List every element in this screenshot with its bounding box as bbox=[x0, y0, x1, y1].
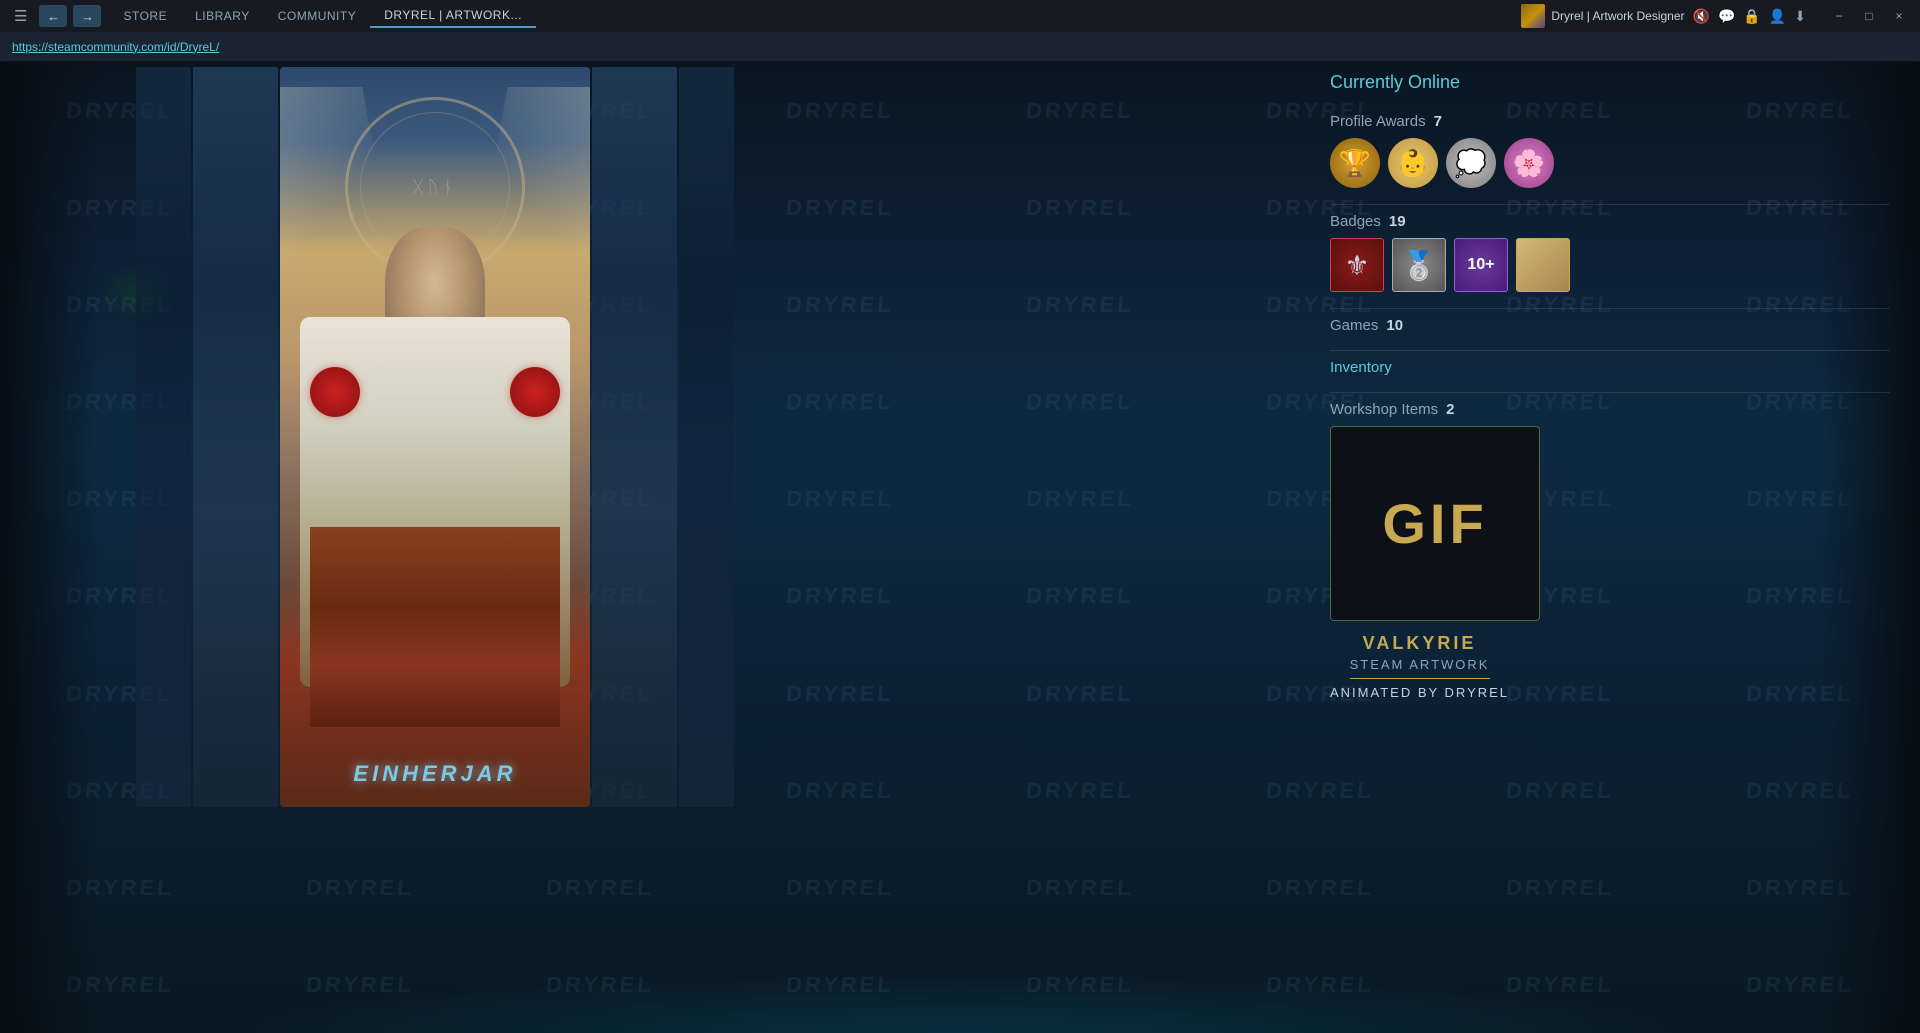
close-button[interactable]: × bbox=[1886, 6, 1912, 26]
badges-section: Badges 19 ⚜ 🥈 10+ bbox=[1330, 213, 1890, 292]
awards-header: Profile Awards 7 bbox=[1330, 113, 1890, 130]
award-item-2[interactable]: 👶 bbox=[1388, 138, 1438, 188]
nav-tabs: STORE LIBRARY COMMUNITY DRYREL | ARTWORK… bbox=[109, 4, 536, 28]
tab-store[interactable]: STORE bbox=[109, 5, 181, 27]
watermark-cell: DRYREL bbox=[956, 450, 1204, 547]
badge-item-4[interactable] bbox=[1516, 238, 1570, 292]
address-url[interactable]: https://steamcommunity.com/id/DryreL/ bbox=[12, 40, 219, 54]
gif-animated-by: ANIMATED BY DRYREL bbox=[1330, 685, 1509, 700]
watermark-cell: DRYREL bbox=[956, 62, 1204, 159]
watermark-cell: DRYREL bbox=[1436, 839, 1684, 936]
watermark-cell: DRYREL bbox=[956, 159, 1204, 256]
gif-subtitle: STEAM ARTWORK bbox=[1330, 657, 1509, 672]
artwork-main: ᚷᚢᚾ EINHERJAR bbox=[280, 67, 590, 807]
profile-info: Currently Online Profile Awards 7 🏆 👶 💭 … bbox=[1330, 72, 1890, 716]
award-item-1[interactable]: 🏆 bbox=[1330, 138, 1380, 188]
user-area[interactable]: Dryrel | Artwork Designer bbox=[1521, 4, 1684, 28]
artwork-strip-far-left bbox=[136, 67, 191, 807]
badge-item-2[interactable]: 🥈 bbox=[1392, 238, 1446, 292]
badge-item-3[interactable]: 10+ bbox=[1454, 238, 1508, 292]
watermark-cell: DRYREL bbox=[1436, 742, 1684, 839]
profile-awards-section: Profile Awards 7 🏆 👶 💭 🌸 bbox=[1330, 113, 1890, 188]
workshop-count: 2 bbox=[1446, 401, 1454, 418]
badges-count: 19 bbox=[1389, 213, 1406, 230]
artwork-title: EINHERJAR bbox=[353, 761, 516, 787]
watermark-cell: DRYREL bbox=[1196, 839, 1444, 936]
awards-label: Profile Awards bbox=[1330, 113, 1426, 130]
watermark-cell: DRYREL bbox=[956, 839, 1204, 936]
gif-caption: VALKYRIE STEAM ARTWORK ANIMATED BY DRYRE… bbox=[1330, 633, 1509, 700]
mute-icon[interactable]: 🔇 bbox=[1693, 8, 1710, 25]
workshop-section: Workshop Items 2 GIF VALKYRIE STEAM ARTW… bbox=[1330, 401, 1890, 700]
title-bar: ☰ ← → STORE LIBRARY COMMUNITY DRYREL | A… bbox=[0, 0, 1920, 32]
inventory-link[interactable]: Inventory bbox=[1330, 359, 1392, 376]
download-icon[interactable]: ⬇ bbox=[1794, 8, 1806, 25]
tab-library[interactable]: LIBRARY bbox=[181, 5, 264, 27]
award-item-4[interactable]: 🌸 bbox=[1504, 138, 1554, 188]
gif-label: GIF bbox=[1382, 491, 1487, 556]
games-label: Games bbox=[1330, 317, 1378, 334]
divider-4 bbox=[1330, 392, 1890, 393]
artwork-strips: ᚷᚢᚾ EINHERJAR bbox=[136, 67, 734, 807]
awards-count: 7 bbox=[1434, 113, 1442, 130]
workshop-header: Workshop Items 2 bbox=[1330, 401, 1890, 418]
notifications-icon[interactable]: 💬 bbox=[1718, 8, 1735, 25]
watermark-cell: DRYREL bbox=[956, 547, 1204, 644]
forward-button[interactable]: → bbox=[73, 5, 101, 27]
award-item-3[interactable]: 💭 bbox=[1446, 138, 1496, 188]
address-bar: https://steamcommunity.com/id/DryreL/ bbox=[0, 32, 1920, 62]
maximize-button[interactable]: □ bbox=[1856, 6, 1882, 26]
badges-header: Badges 19 bbox=[1330, 213, 1890, 230]
artwork-strip-far-right bbox=[679, 67, 734, 807]
divider-3 bbox=[1330, 350, 1890, 351]
gif-title: VALKYRIE bbox=[1330, 633, 1509, 654]
main-content: DRYRELDRYRELDRYRELDRYRELDRYRELDRYRELDRYR… bbox=[0, 62, 1920, 1033]
badges-items: ⚜ 🥈 10+ bbox=[1330, 238, 1890, 292]
games-header: Games 10 bbox=[1330, 317, 1890, 334]
tab-community[interactable]: COMMUNITY bbox=[264, 5, 371, 27]
divider-2 bbox=[1330, 308, 1890, 309]
watermark-cell: DRYREL bbox=[956, 742, 1204, 839]
rose-right bbox=[510, 367, 560, 417]
valkyrie-illustration: ᚷᚢᚾ EINHERJAR bbox=[280, 67, 590, 807]
inventory-header: Inventory bbox=[1330, 359, 1890, 376]
badge-item-1[interactable]: ⚜ bbox=[1330, 238, 1384, 292]
nav-left: ☰ ← → bbox=[8, 5, 101, 27]
inventory-section: Inventory bbox=[1330, 359, 1890, 376]
avatar bbox=[1521, 4, 1545, 28]
armor-body bbox=[310, 527, 560, 727]
online-status: Currently Online bbox=[1330, 72, 1890, 93]
artwork-strip-right bbox=[592, 67, 677, 807]
artwork-strip-left bbox=[193, 67, 278, 807]
minimize-button[interactable]: − bbox=[1826, 6, 1852, 26]
tab-current[interactable]: DRYREL | ARTWORK... bbox=[370, 4, 536, 28]
workshop-label: Workshop Items bbox=[1330, 401, 1438, 418]
window-controls: − □ × bbox=[1826, 6, 1912, 26]
gif-card[interactable]: GIF bbox=[1330, 426, 1540, 621]
awards-items: 🏆 👶 💭 🌸 bbox=[1330, 138, 1890, 188]
watermark-cell: DRYREL bbox=[1196, 742, 1444, 839]
titlebar-right: Dryrel | Artwork Designer 🔇 💬 🔒 👤 ⬇ − □ … bbox=[1521, 4, 1912, 28]
gif-divider bbox=[1350, 678, 1490, 679]
games-count: 10 bbox=[1386, 317, 1403, 334]
rose-left bbox=[310, 367, 360, 417]
profile-icon[interactable]: 👤 bbox=[1769, 8, 1786, 25]
user-name: Dryrel | Artwork Designer bbox=[1551, 9, 1684, 23]
menu-button[interactable]: ☰ bbox=[8, 7, 33, 25]
back-button[interactable]: ← bbox=[39, 5, 67, 27]
artwork-panel: ᚷᚢᚾ EINHERJAR bbox=[0, 62, 870, 1033]
lock-icon[interactable]: 🔒 bbox=[1743, 8, 1760, 25]
watermark-cell: DRYREL bbox=[956, 256, 1204, 353]
titlebar-icons: 🔇 💬 🔒 👤 ⬇ bbox=[1693, 8, 1806, 25]
gif-card-container: GIF VALKYRIE STEAM ARTWORK ANIMATED BY D… bbox=[1330, 426, 1890, 700]
divider-1 bbox=[1330, 204, 1890, 205]
watermark-cell: DRYREL bbox=[956, 645, 1204, 742]
games-section: Games 10 bbox=[1330, 317, 1890, 334]
badges-label: Badges bbox=[1330, 213, 1381, 230]
watermark-cell: DRYREL bbox=[956, 353, 1204, 450]
